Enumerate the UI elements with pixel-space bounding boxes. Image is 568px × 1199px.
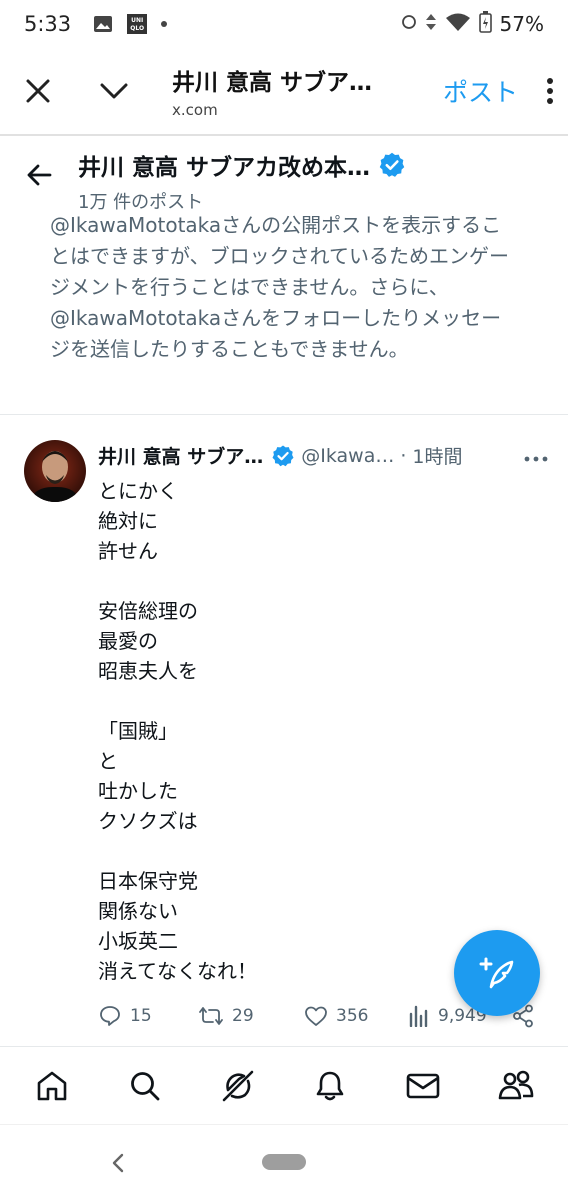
repost-button[interactable]: 29 [198, 1005, 304, 1027]
arrow-left-icon [27, 164, 52, 186]
nav-messages[interactable] [393, 1056, 453, 1116]
reply-button[interactable]: 15 [98, 1004, 198, 1028]
browser-title-area[interactable]: 井川 意高 サブア… x.com [152, 63, 443, 119]
verified-badge-icon [379, 152, 405, 177]
back-button[interactable] [0, 140, 78, 210]
status-bar: 5:33 UNI QLO 57% [0, 0, 568, 48]
more-menu-button[interactable] [532, 77, 568, 105]
notification-dot-icon [161, 21, 168, 27]
post-button[interactable]: ポスト [443, 73, 532, 109]
search-icon [131, 1071, 160, 1100]
like-button[interactable]: 356 [304, 1005, 408, 1027]
nav-communities[interactable] [486, 1056, 546, 1116]
more-vertical-icon [547, 78, 553, 104]
uniqlo-app-icon: UNI QLO [127, 14, 148, 34]
post-more-button[interactable] [524, 445, 548, 467]
compose-post-button[interactable] [454, 930, 540, 1016]
avatar[interactable] [24, 440, 86, 502]
section-divider [0, 414, 568, 415]
post-header: 井川 意高 サブア… @Ikawa… · 1時間 [98, 442, 548, 469]
system-navigation-bar [0, 1124, 568, 1199]
more-horizontal-icon [524, 456, 548, 461]
post-timestamp[interactable]: 1時間 [412, 442, 462, 469]
battery-icon [478, 10, 492, 38]
verified-badge-icon [272, 445, 294, 466]
reply-icon [100, 1006, 120, 1026]
bottom-navigation [0, 1046, 568, 1124]
post-separator: · [400, 444, 407, 467]
grok-icon [222, 1070, 253, 1101]
analytics-icon [409, 1005, 428, 1027]
close-button[interactable] [0, 47, 76, 135]
close-icon [26, 79, 50, 103]
chevron-down-icon [100, 83, 128, 99]
repost-count: 29 [232, 1006, 254, 1026]
system-back-button[interactable] [104, 1149, 132, 1177]
status-time: 5:33 [24, 12, 72, 36]
mail-icon [406, 1073, 440, 1098]
post-author-handle[interactable]: @Ikawa… [301, 445, 394, 467]
home-icon [38, 1071, 67, 1100]
reply-count: 15 [130, 1006, 152, 1026]
profile-header: 井川 意高 サブアカ改め本… 1万 件のポスト [0, 140, 568, 213]
bell-icon [316, 1071, 344, 1100]
nav-search[interactable] [115, 1056, 175, 1116]
data-arrows-icon [425, 12, 437, 36]
system-home-pill[interactable] [262, 1154, 306, 1170]
nav-grok[interactable] [208, 1056, 268, 1116]
chevron-left-icon [112, 1153, 124, 1173]
nav-notifications[interactable] [300, 1056, 360, 1116]
heart-icon [305, 1006, 327, 1026]
page-url: x.com [172, 101, 218, 119]
collapse-button[interactable] [76, 47, 152, 135]
battery-percent: 57% [499, 12, 544, 36]
browser-toolbar: 井川 意高 サブア… x.com ポスト [0, 48, 568, 136]
alarm-icon [401, 12, 417, 36]
communities-icon [498, 1070, 533, 1099]
nav-home[interactable] [22, 1056, 82, 1116]
profile-name: 井川 意高 サブアカ改め本… [78, 155, 371, 181]
post-text: とにかく 絶対に 許せん 安倍総理の 最愛の 昭恵夫人を 「国賊」 と 吐かした… [98, 479, 257, 983]
post-author-name[interactable]: 井川 意高 サブア… [98, 442, 263, 469]
block-notice: @IkawaMototakaさんの公開ポストを表示することはできますが、ブロック… [50, 213, 509, 361]
page-title: 井川 意高 サブア… [172, 70, 373, 96]
image-icon [93, 15, 113, 33]
repost-icon [199, 1007, 223, 1025]
like-count: 356 [336, 1006, 369, 1026]
compose-feather-icon [479, 957, 514, 989]
wifi-icon [445, 12, 471, 37]
